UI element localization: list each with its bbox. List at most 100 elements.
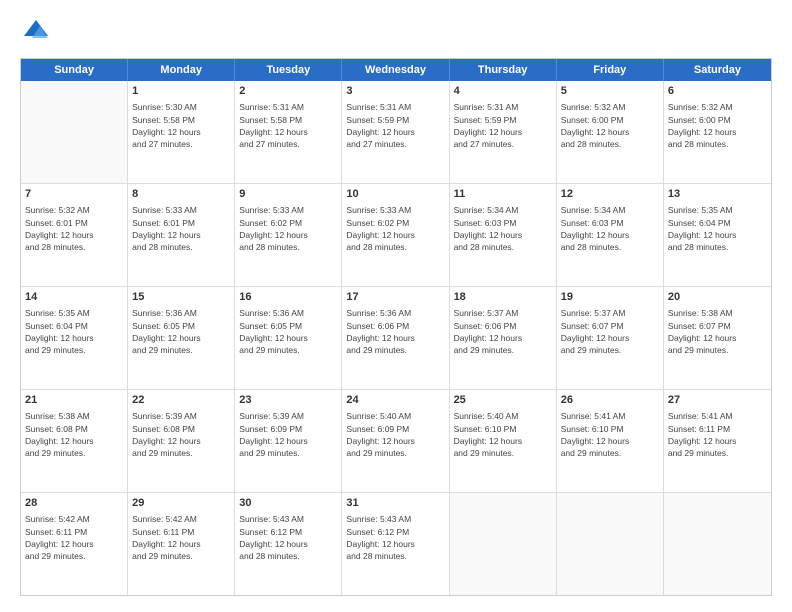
calendar-header-day: Friday xyxy=(557,59,664,81)
calendar-cell: 17 Sunrise: 5:36 AM Sunset: 6:06 PM Dayli… xyxy=(342,287,449,389)
day-number: 10 xyxy=(346,187,444,202)
calendar-row: 14 Sunrise: 5:35 AM Sunset: 6:04 PM Dayli… xyxy=(21,286,771,389)
header xyxy=(20,16,772,48)
day-info: Sunrise: 5:41 AM Sunset: 6:10 PM Dayligh… xyxy=(561,410,659,459)
calendar-cell: 15Sunrise: 5:36 AM Sunset: 6:05 PM Dayli… xyxy=(128,287,235,389)
calendar-row: 1 Sunrise: 5:30 AM Sunset: 5:58 PM Daylig… xyxy=(21,81,771,183)
day-number: 19 xyxy=(561,290,659,305)
calendar-cell: 4 Sunrise: 5:31 AM Sunset: 5:59 PM Daylig… xyxy=(450,81,557,183)
calendar-row: 28 Sunrise: 5:42 AM Sunset: 6:11 PM Dayli… xyxy=(21,492,771,595)
day-number: 23 xyxy=(239,393,337,408)
calendar-cell: 6 Sunrise: 5:32 AM Sunset: 6:00 PM Daylig… xyxy=(664,81,771,183)
calendar-cell: 31 Sunrise: 5:43 AM Sunset: 6:12 PM Dayli… xyxy=(342,493,449,595)
calendar-cell: 3Sunrise: 5:31 AM Sunset: 5:59 PM Daylig… xyxy=(342,81,449,183)
logo xyxy=(20,16,56,48)
day-info: Sunrise: 5:39 AM Sunset: 6:09 PM Dayligh… xyxy=(239,410,337,459)
day-number: 6 xyxy=(668,84,767,99)
day-number: 4 xyxy=(454,84,552,99)
page: SundayMondayTuesdayWednesdayThursdayFrid… xyxy=(0,0,792,612)
day-info: Sunrise: 5:41 AM Sunset: 6:11 PM Dayligh… xyxy=(668,410,767,459)
day-number: 7 xyxy=(25,187,123,202)
day-number: 11 xyxy=(454,187,552,202)
day-number: 25 xyxy=(454,393,552,408)
calendar-cell: 13 Sunrise: 5:35 AM Sunset: 6:04 PM Dayli… xyxy=(664,184,771,286)
day-info: Sunrise: 5:39 AM Sunset: 6:08 PM Dayligh… xyxy=(132,410,230,459)
calendar-cell: 20 Sunrise: 5:38 AM Sunset: 6:07 PM Dayli… xyxy=(664,287,771,389)
calendar: SundayMondayTuesdayWednesdayThursdayFrid… xyxy=(20,58,772,596)
day-number: 30 xyxy=(239,496,337,511)
day-info: Sunrise: 5:36 AM Sunset: 6:06 PM Dayligh… xyxy=(346,307,444,356)
calendar-header-day: Saturday xyxy=(664,59,771,81)
day-info: Sunrise: 5:37 AM Sunset: 6:07 PM Dayligh… xyxy=(561,307,659,356)
day-number: 2 xyxy=(239,84,337,99)
calendar-cell: 11 Sunrise: 5:34 AM Sunset: 6:03 PM Dayli… xyxy=(450,184,557,286)
calendar-header-day: Wednesday xyxy=(342,59,449,81)
calendar-cell: 30Sunrise: 5:43 AM Sunset: 6:12 PM Dayli… xyxy=(235,493,342,595)
calendar-cell: 27Sunrise: 5:41 AM Sunset: 6:11 PM Dayli… xyxy=(664,390,771,492)
calendar-cell: 2 Sunrise: 5:31 AM Sunset: 5:58 PM Daylig… xyxy=(235,81,342,183)
day-info: Sunrise: 5:31 AM Sunset: 5:58 PM Dayligh… xyxy=(239,101,337,150)
calendar-cell: 14 Sunrise: 5:35 AM Sunset: 6:04 PM Dayli… xyxy=(21,287,128,389)
day-number: 20 xyxy=(668,290,767,305)
calendar-header-day: Monday xyxy=(128,59,235,81)
calendar-cell: 26 Sunrise: 5:41 AM Sunset: 6:10 PM Dayli… xyxy=(557,390,664,492)
calendar-cell: 16 Sunrise: 5:36 AM Sunset: 6:05 PM Dayli… xyxy=(235,287,342,389)
calendar-header-day: Thursday xyxy=(450,59,557,81)
calendar-cell: 19 Sunrise: 5:37 AM Sunset: 6:07 PM Dayli… xyxy=(557,287,664,389)
day-number: 16 xyxy=(239,290,337,305)
calendar-cell: 9Sunrise: 5:33 AM Sunset: 6:02 PM Daylig… xyxy=(235,184,342,286)
day-number: 5 xyxy=(561,84,659,99)
day-info: Sunrise: 5:36 AM Sunset: 6:05 PM Dayligh… xyxy=(239,307,337,356)
day-info: Sunrise: 5:37 AM Sunset: 6:06 PM Dayligh… xyxy=(454,307,552,356)
calendar-cell: 12Sunrise: 5:34 AM Sunset: 6:03 PM Dayli… xyxy=(557,184,664,286)
calendar-body: 1 Sunrise: 5:30 AM Sunset: 5:58 PM Daylig… xyxy=(21,81,771,595)
day-number: 13 xyxy=(668,187,767,202)
day-info: Sunrise: 5:30 AM Sunset: 5:58 PM Dayligh… xyxy=(132,101,230,150)
day-info: Sunrise: 5:31 AM Sunset: 5:59 PM Dayligh… xyxy=(454,101,552,150)
day-number: 26 xyxy=(561,393,659,408)
day-info: Sunrise: 5:33 AM Sunset: 6:01 PM Dayligh… xyxy=(132,204,230,253)
day-number: 18 xyxy=(454,290,552,305)
logo-icon xyxy=(20,16,52,48)
calendar-cell: 21Sunrise: 5:38 AM Sunset: 6:08 PM Dayli… xyxy=(21,390,128,492)
day-info: Sunrise: 5:43 AM Sunset: 6:12 PM Dayligh… xyxy=(346,513,444,562)
day-info: Sunrise: 5:38 AM Sunset: 6:07 PM Dayligh… xyxy=(668,307,767,356)
calendar-cell: 23 Sunrise: 5:39 AM Sunset: 6:09 PM Dayli… xyxy=(235,390,342,492)
calendar-cell: 25 Sunrise: 5:40 AM Sunset: 6:10 PM Dayli… xyxy=(450,390,557,492)
day-number: 29 xyxy=(132,496,230,511)
calendar-header-day: Sunday xyxy=(21,59,128,81)
day-number: 28 xyxy=(25,496,123,511)
day-info: Sunrise: 5:42 AM Sunset: 6:11 PM Dayligh… xyxy=(25,513,123,562)
day-info: Sunrise: 5:32 AM Sunset: 6:01 PM Dayligh… xyxy=(25,204,123,253)
calendar-cell: 29 Sunrise: 5:42 AM Sunset: 6:11 PM Dayli… xyxy=(128,493,235,595)
day-number: 31 xyxy=(346,496,444,511)
calendar-row: 21Sunrise: 5:38 AM Sunset: 6:08 PM Dayli… xyxy=(21,389,771,492)
calendar-cell: 1 Sunrise: 5:30 AM Sunset: 5:58 PM Daylig… xyxy=(128,81,235,183)
day-info: Sunrise: 5:32 AM Sunset: 6:00 PM Dayligh… xyxy=(561,101,659,150)
calendar-cell xyxy=(664,493,771,595)
day-number: 14 xyxy=(25,290,123,305)
day-info: Sunrise: 5:33 AM Sunset: 6:02 PM Dayligh… xyxy=(346,204,444,253)
day-number: 9 xyxy=(239,187,337,202)
day-info: Sunrise: 5:32 AM Sunset: 6:00 PM Dayligh… xyxy=(668,101,767,150)
day-info: Sunrise: 5:40 AM Sunset: 6:10 PM Dayligh… xyxy=(454,410,552,459)
calendar-cell: 24Sunrise: 5:40 AM Sunset: 6:09 PM Dayli… xyxy=(342,390,449,492)
calendar-cell xyxy=(450,493,557,595)
day-number: 24 xyxy=(346,393,444,408)
day-info: Sunrise: 5:35 AM Sunset: 6:04 PM Dayligh… xyxy=(668,204,767,253)
day-number: 17 xyxy=(346,290,444,305)
day-number: 8 xyxy=(132,187,230,202)
calendar-cell: 8 Sunrise: 5:33 AM Sunset: 6:01 PM Daylig… xyxy=(128,184,235,286)
day-number: 12 xyxy=(561,187,659,202)
calendar-header: SundayMondayTuesdayWednesdayThursdayFrid… xyxy=(21,59,771,81)
calendar-cell: 7 Sunrise: 5:32 AM Sunset: 6:01 PM Daylig… xyxy=(21,184,128,286)
day-info: Sunrise: 5:35 AM Sunset: 6:04 PM Dayligh… xyxy=(25,307,123,356)
calendar-cell: 28 Sunrise: 5:42 AM Sunset: 6:11 PM Dayli… xyxy=(21,493,128,595)
calendar-cell xyxy=(21,81,128,183)
day-number: 1 xyxy=(132,84,230,99)
day-info: Sunrise: 5:42 AM Sunset: 6:11 PM Dayligh… xyxy=(132,513,230,562)
day-info: Sunrise: 5:38 AM Sunset: 6:08 PM Dayligh… xyxy=(25,410,123,459)
day-number: 22 xyxy=(132,393,230,408)
day-info: Sunrise: 5:34 AM Sunset: 6:03 PM Dayligh… xyxy=(454,204,552,253)
day-info: Sunrise: 5:36 AM Sunset: 6:05 PM Dayligh… xyxy=(132,307,230,356)
